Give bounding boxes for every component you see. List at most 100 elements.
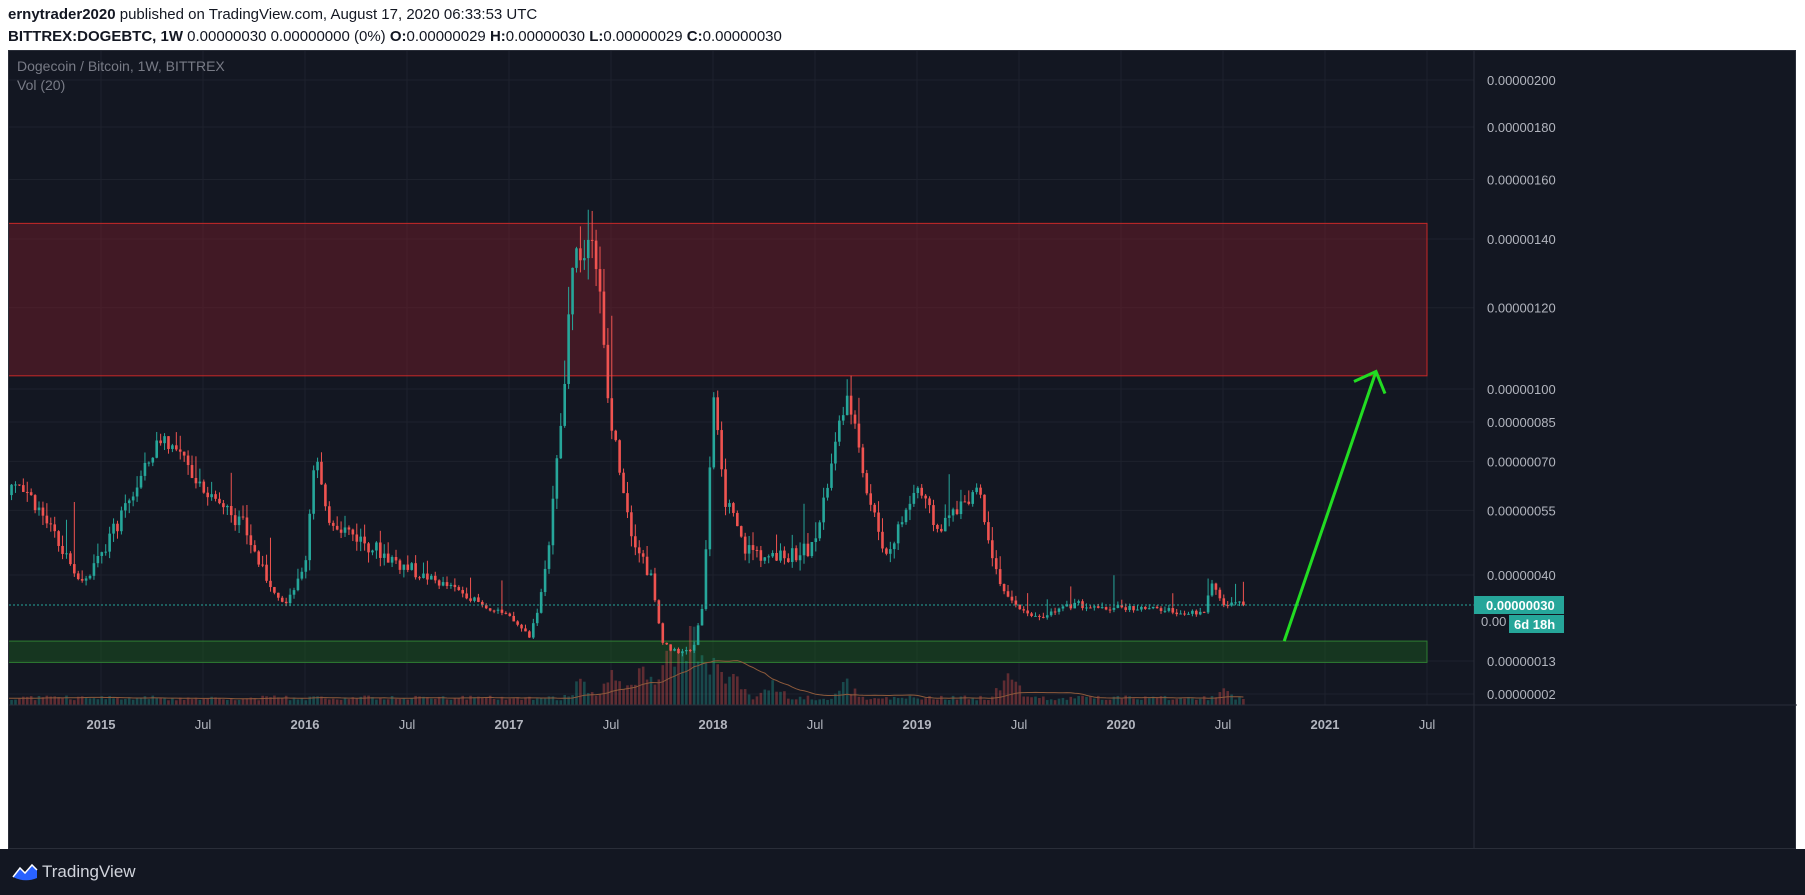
candle-body <box>1159 608 1163 611</box>
projection-arrow[interactable] <box>1282 369 1387 642</box>
candle-body <box>504 612 508 614</box>
candle-body <box>292 590 296 595</box>
volume-bar <box>539 698 543 705</box>
volume-bar <box>940 695 943 705</box>
volume-bar <box>390 695 394 705</box>
candle-body <box>626 493 629 513</box>
candle-body <box>967 501 971 504</box>
candle-body <box>743 536 747 554</box>
volume-bar <box>853 688 857 705</box>
candle-body <box>1144 606 1147 609</box>
candle-body <box>739 526 743 537</box>
volume-indicator-label[interactable]: Vol (20) <box>17 77 65 93</box>
candle-body <box>237 516 241 526</box>
close-label: C: <box>686 28 703 45</box>
candle-body <box>696 625 700 645</box>
candle-body <box>1073 602 1077 609</box>
volume-bar <box>1183 698 1186 705</box>
candle-body <box>1183 613 1186 615</box>
candle-body <box>1136 609 1139 611</box>
candle-body <box>700 608 704 626</box>
volume-bar <box>1069 696 1073 705</box>
volume-bar <box>198 699 202 705</box>
candle-body <box>398 560 402 570</box>
x-tick-label: Jul <box>1011 717 1028 732</box>
candle-body <box>692 644 696 651</box>
volume-bar <box>771 680 774 705</box>
candle-body <box>798 555 802 561</box>
candle-body <box>932 505 935 526</box>
candle-body <box>775 552 778 561</box>
volume-bar <box>1132 698 1135 705</box>
volume-bar <box>700 655 704 705</box>
x-tick-label: Jul <box>195 717 212 732</box>
candle-body <box>602 291 606 345</box>
volume-bar <box>1049 699 1053 705</box>
volume-bar <box>814 700 818 705</box>
candle-body <box>724 469 727 507</box>
volume-bar <box>520 699 523 705</box>
y-tick-label: 0.00000180 <box>1487 120 1556 135</box>
candle-body <box>410 563 414 570</box>
candle-body <box>641 553 645 557</box>
volume-bar <box>1089 696 1092 705</box>
candle-body <box>375 542 378 551</box>
candle-body <box>657 600 661 624</box>
candle-body <box>175 445 178 450</box>
volume-bar <box>406 699 410 705</box>
volume-bar <box>1140 699 1143 705</box>
volume-bar <box>579 678 582 705</box>
candle-body <box>732 503 735 513</box>
candle-body <box>543 568 547 593</box>
chart-frame[interactable]: 0.00000200 0.00000180 0.00000160 0.00000140… <box>8 50 1797 850</box>
brand-name[interactable]: TradingView <box>42 862 136 882</box>
volume-bar <box>559 700 563 705</box>
candle-body <box>920 487 924 496</box>
volume-bar <box>139 698 143 705</box>
candle-body <box>1116 605 1120 608</box>
candle-body <box>135 487 139 497</box>
volume-bar <box>131 699 135 705</box>
volume-bar <box>88 698 92 705</box>
candle-body <box>57 531 60 546</box>
price-chart[interactable]: 0.00000200 0.00000180 0.00000160 0.00000140… <box>9 51 1797 850</box>
y-tick-label: 0.00000100 <box>1487 382 1556 397</box>
volume-bar <box>637 668 641 705</box>
volume-bar <box>618 681 621 705</box>
volume-bar <box>367 695 370 705</box>
candle-body <box>379 542 382 558</box>
candle-body <box>1010 596 1014 601</box>
candle-body <box>418 577 421 579</box>
tradingview-logo-icon[interactable] <box>12 861 38 881</box>
candle-body <box>359 536 363 542</box>
close-value: 0.00000030 <box>702 28 782 45</box>
candle-body <box>1234 602 1237 604</box>
candle-body <box>496 609 500 611</box>
volume-bar <box>849 693 853 705</box>
candle-body <box>610 398 614 431</box>
volume-bar <box>590 692 594 705</box>
volume-bar <box>841 682 845 705</box>
candle-body <box>787 558 790 562</box>
volume-bar <box>382 699 386 705</box>
volume-bar <box>1230 694 1233 705</box>
candle-body <box>783 550 786 559</box>
volume-bar <box>955 699 959 705</box>
candle-body <box>971 492 975 504</box>
author-name[interactable]: ernytrader2020 <box>8 6 116 23</box>
candle-body <box>355 534 359 542</box>
candle-body <box>41 507 45 516</box>
time-axis[interactable]: 2015 Jul 2016 Jul 2017 Jul 2018 Jul 2019 Jul 2020 J… <box>87 717 1436 732</box>
candle-body <box>790 548 794 562</box>
volume-bar <box>347 699 351 705</box>
candle-body <box>1053 611 1057 613</box>
candle-body <box>1167 608 1171 611</box>
volume-bar <box>1081 695 1084 705</box>
x-tick-label: Jul <box>1215 717 1232 732</box>
volume-bar <box>465 699 468 705</box>
candle-body <box>712 397 716 468</box>
candle-body <box>241 516 245 518</box>
volume-bar <box>394 698 398 705</box>
volume-bar <box>1226 691 1230 705</box>
y-tick-label: 0.00000040 <box>1487 568 1556 583</box>
